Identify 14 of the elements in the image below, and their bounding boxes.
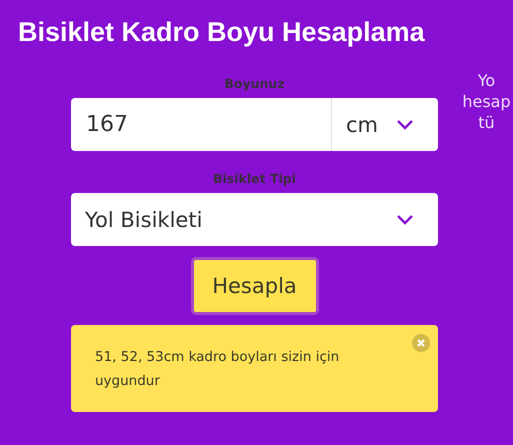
field-label: Boyunuz [224,76,285,92]
page-title: Bisiklet Kadro Boyu Hesaplama [18,17,425,49]
unit-select[interactable]: cm [346,112,378,136]
height-field[interactable]: 167 cm [71,98,438,151]
description-text: hesap [462,91,511,112]
description-text: tü [478,112,495,133]
calculate-button[interactable]: Hesapla [190,257,318,315]
result-text: 51, 52, 53cm kadro boyları sizin için uygundur [95,348,340,391]
field-label: Bisiklet Tipi [213,171,296,187]
chevron-down-icon [396,119,414,130]
close-icon[interactable] [412,334,430,352]
chevron-down-icon [396,214,414,225]
bike-type-select[interactable]: Yol Bisikleti [71,193,438,246]
description-text: Yo [478,70,496,91]
